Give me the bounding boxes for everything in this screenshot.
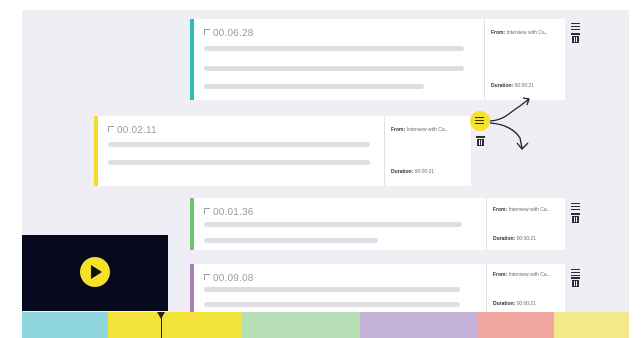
hamburger-icon[interactable] — [571, 202, 580, 211]
timeline-segment[interactable] — [554, 312, 629, 338]
text-line — [204, 222, 462, 227]
text-line — [204, 287, 460, 292]
clip-4-actions — [570, 268, 584, 287]
timeline-segment[interactable] — [478, 312, 554, 338]
corner-icon — [204, 274, 210, 280]
clip-duration: Duration: 00:00:21 — [493, 236, 537, 242]
clip-meta: From: Interview with Ca... Duration: 00:… — [486, 198, 566, 250]
video-preview[interactable] — [22, 235, 168, 311]
clip-card-3[interactable]: 00.01.36 From: Interview with Ca... Dura… — [190, 198, 565, 250]
trash-icon[interactable] — [571, 213, 580, 223]
text-line — [204, 238, 378, 243]
text-line — [204, 302, 460, 307]
corner-icon — [204, 208, 210, 214]
clip-color-bar — [190, 198, 194, 250]
timeline-segment[interactable] — [360, 312, 478, 338]
clip-timestamp: 00.09.08 — [204, 273, 254, 284]
timeline-segment[interactable] — [108, 312, 242, 338]
play-icon[interactable] — [80, 257, 110, 287]
clip-color-bar — [190, 264, 194, 312]
hamburger-icon[interactable] — [571, 268, 580, 277]
clip-from: From: Interview with Ca... — [493, 272, 551, 278]
clip-timestamp: 00.01.36 — [204, 207, 254, 218]
clip-3-actions — [570, 202, 584, 223]
clip-from: From: Interview with Ca... — [493, 207, 551, 213]
clip-meta: From: Interview with Ca... Duration: 00:… — [486, 264, 566, 312]
timeline-track[interactable] — [22, 312, 629, 338]
clip-duration: Duration: 00:00:21 — [493, 301, 537, 307]
timeline-segment[interactable] — [242, 312, 360, 338]
timeline-segment[interactable] — [22, 312, 108, 338]
playhead-handle-icon[interactable] — [157, 312, 165, 319]
clip-card-4[interactable]: 00.09.08 From: Interview with Ca... Dura… — [190, 264, 565, 312]
trash-icon[interactable] — [571, 277, 580, 287]
